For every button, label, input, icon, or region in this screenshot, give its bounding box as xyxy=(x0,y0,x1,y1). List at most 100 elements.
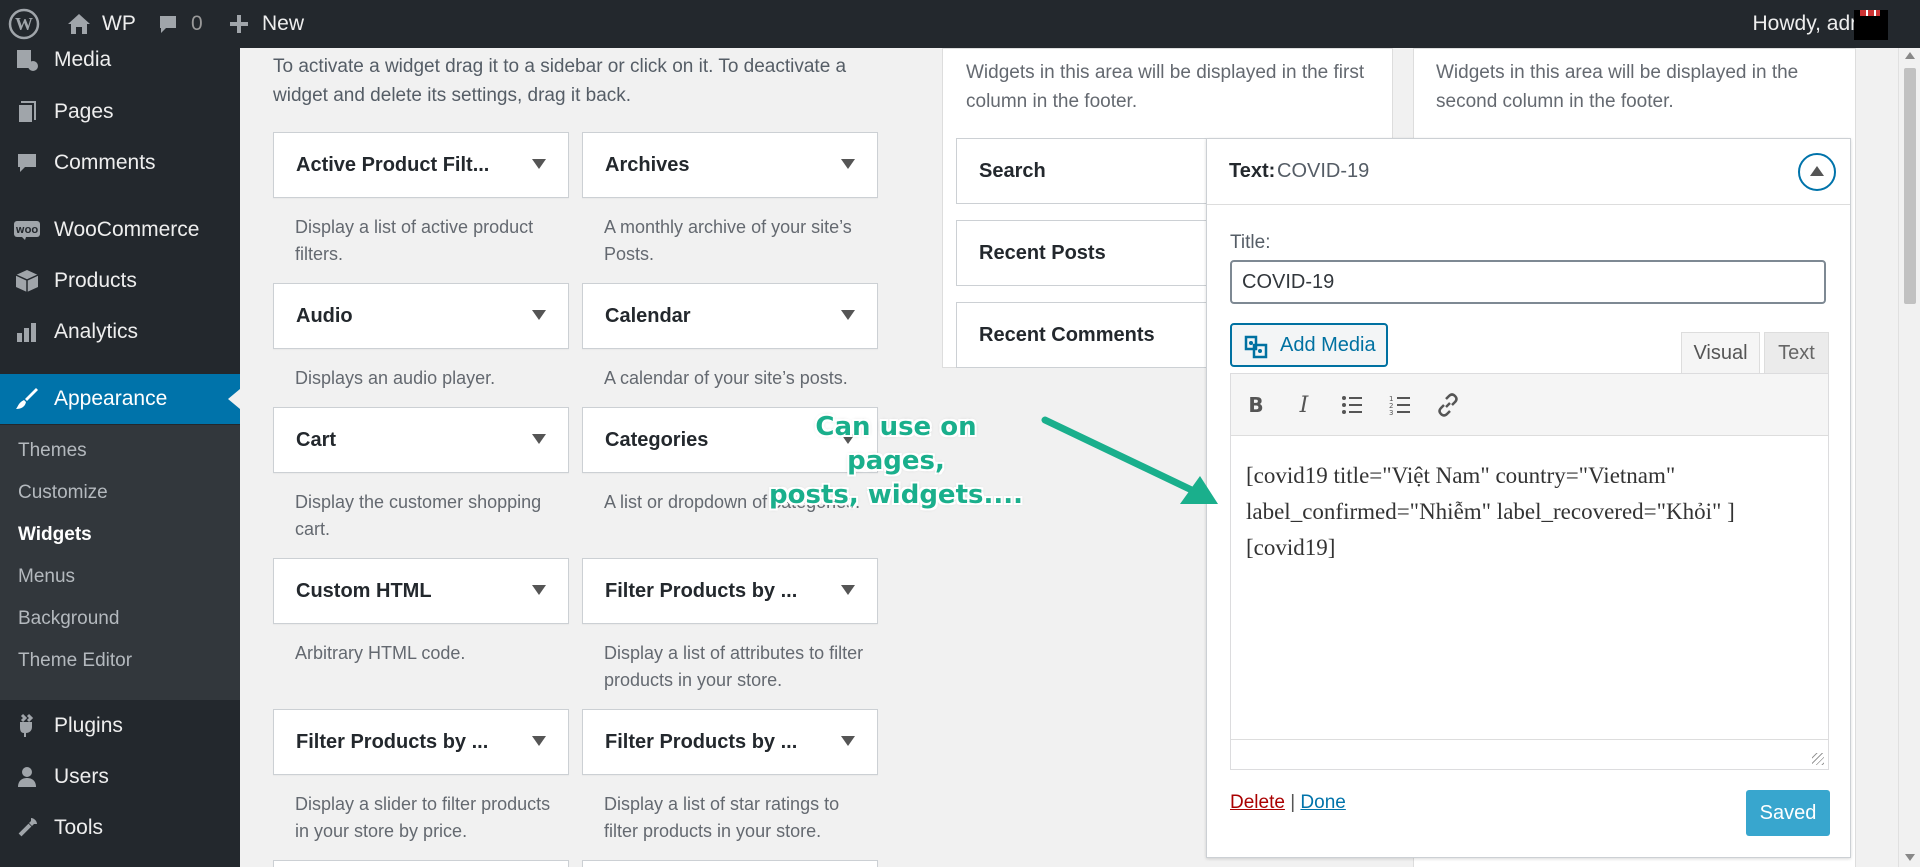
sidebar-item-users[interactable]: Users xyxy=(0,752,240,802)
sidebar-item-woocommerce[interactable]: WOO WooCommerce xyxy=(0,205,240,255)
sidebar-item-products[interactable]: Products xyxy=(0,256,240,306)
sidebar-item-label: Products xyxy=(54,269,137,292)
resize-handle-icon[interactable] xyxy=(1812,753,1824,765)
submenu-item-customize[interactable]: Customize xyxy=(18,482,108,504)
wordpress-logo-icon[interactable]: W xyxy=(8,0,40,48)
bulleted-list-icon[interactable] xyxy=(1337,390,1367,420)
annotation-callout: Can use on pages, posts, widgets.... xyxy=(766,410,1026,512)
text-widget-editor: Text: COVID-19 Title: Add Media Visual T… xyxy=(1206,138,1851,858)
svg-text:B: B xyxy=(1248,394,1263,416)
submenu-item-widgets[interactable]: Widgets xyxy=(18,524,92,546)
saved-button[interactable]: Saved xyxy=(1746,790,1830,836)
comments-icon xyxy=(12,148,42,178)
text-widget-header[interactable]: Text: COVID-19 xyxy=(1207,139,1850,205)
sidebar-item-label: Comments xyxy=(54,151,156,174)
footer-widget-recent-posts[interactable]: Recent Posts xyxy=(956,220,1216,286)
flag-icon xyxy=(1860,10,1880,16)
scrollbar-thumb[interactable] xyxy=(1904,68,1916,304)
collapse-toggle-button[interactable] xyxy=(1798,153,1836,191)
chevron-down-icon[interactable] xyxy=(841,736,855,746)
sidebar-item-tools[interactable]: Tools xyxy=(0,803,240,853)
sidebar-item-media[interactable]: Media xyxy=(0,48,240,85)
title-input[interactable] xyxy=(1230,260,1826,304)
widget-description: Display a list of attributes to filter p… xyxy=(604,643,864,690)
home-icon xyxy=(66,12,92,36)
widget-audio[interactable]: Audio xyxy=(273,283,569,349)
widget-title: Custom HTML xyxy=(296,579,432,602)
media-icon xyxy=(12,48,42,75)
footer-widget-search[interactable]: Search xyxy=(956,138,1216,204)
chevron-down-icon[interactable] xyxy=(532,159,546,169)
analytics-icon xyxy=(12,317,42,347)
widget-title: Cart xyxy=(296,428,337,451)
numbered-list-icon[interactable]: 123 xyxy=(1385,390,1415,420)
bold-icon[interactable]: B xyxy=(1241,390,1271,420)
widget-archives[interactable]: Archives xyxy=(582,132,878,198)
widget-title: Recent Comments xyxy=(979,323,1155,346)
editor-toolbar: B I 123 xyxy=(1231,374,1828,436)
link-icon[interactable] xyxy=(1433,390,1463,420)
chevron-down-icon[interactable] xyxy=(841,585,855,595)
widget-type-label: Text: xyxy=(1229,160,1276,182)
italic-icon[interactable]: I xyxy=(1289,390,1319,420)
sidebar-item-label: Tools xyxy=(54,816,104,839)
sidebar-item-label: WooCommerce xyxy=(54,218,200,241)
link-separator: | xyxy=(1290,792,1296,813)
widget-custom-html[interactable]: Custom HTML xyxy=(273,558,569,624)
widget-active-product-filters[interactable]: Active Product Filt... xyxy=(273,132,569,198)
widget-title: Filter Products by ... xyxy=(296,730,489,753)
sidebar-item-comments[interactable]: Comments xyxy=(0,138,240,188)
sidebar-item-plugins[interactable]: Plugins xyxy=(0,701,240,751)
widget-calendar[interactable]: Calendar xyxy=(582,283,878,349)
products-icon xyxy=(12,266,42,296)
submenu-item-menus[interactable]: Menus xyxy=(18,566,75,588)
widget-cart[interactable]: Cart xyxy=(273,407,569,473)
scroll-up-icon[interactable] xyxy=(1905,52,1915,59)
sidebar-item-pages[interactable]: Pages xyxy=(0,87,240,137)
chevron-down-icon[interactable] xyxy=(841,159,855,169)
widget-filter-products-attributes[interactable]: Filter Products by ... xyxy=(582,558,878,624)
sidebar-item-appearance[interactable]: Appearance xyxy=(0,374,240,424)
widget-title: Calendar xyxy=(605,304,691,327)
woocommerce-icon: WOO xyxy=(12,215,42,245)
rich-text-editor: B I 123 [covid19 title="Việt Nam" countr… xyxy=(1230,373,1829,770)
sidebar-item-label: Pages xyxy=(54,100,114,123)
chevron-down-icon[interactable] xyxy=(532,585,546,595)
scroll-down-icon[interactable] xyxy=(1905,854,1915,861)
plus-icon xyxy=(228,13,250,35)
widget-filter-products-price[interactable]: Filter Products by ... xyxy=(273,709,569,775)
svg-text:I: I xyxy=(1299,394,1310,416)
page-scrollbar[interactable] xyxy=(1898,48,1920,867)
comments-count: 0 xyxy=(191,12,203,35)
tab-text[interactable]: Text xyxy=(1764,332,1829,374)
submenu-item-themes[interactable]: Themes xyxy=(18,440,87,462)
delete-link[interactable]: Delete xyxy=(1230,792,1285,813)
tab-visual[interactable]: Visual xyxy=(1681,332,1760,374)
footer-widget-recent-comments[interactable]: Recent Comments xyxy=(956,302,1216,368)
annotation-line: posts, widgets.... xyxy=(769,480,1023,510)
done-link[interactable]: Done xyxy=(1300,792,1345,813)
submenu-item-background[interactable]: Background xyxy=(18,608,119,630)
svg-text:3: 3 xyxy=(1389,409,1393,416)
annotation-line: Can use on pages, xyxy=(815,412,977,476)
chevron-down-icon[interactable] xyxy=(532,736,546,746)
widget-title: Filter Products by ... xyxy=(605,579,798,602)
widget-description: Display a list of star ratings to filter… xyxy=(604,794,840,841)
widget-instance-title: COVID-19 xyxy=(1277,160,1370,182)
site-home-link[interactable]: WP xyxy=(66,0,136,48)
chevron-down-icon[interactable] xyxy=(532,434,546,444)
sidebar-item-analytics[interactable]: Analytics xyxy=(0,307,240,357)
appearance-icon xyxy=(12,384,42,414)
editor-content[interactable]: [covid19 title="Việt Nam" country="Vietn… xyxy=(1246,458,1816,566)
footer-column-2-description: Widgets in this area will be displayed i… xyxy=(1416,58,1836,116)
chevron-down-icon[interactable] xyxy=(841,310,855,320)
submenu-item-theme-editor[interactable]: Theme Editor xyxy=(18,650,132,672)
comments-link[interactable]: 0 xyxy=(157,0,203,48)
admin-bar: W WP 0 New Howdy, admin xyxy=(0,0,1920,48)
content-line: label_confirmed="Nhiễm" label_recovered=… xyxy=(1246,499,1735,524)
users-icon xyxy=(12,762,42,792)
chevron-down-icon[interactable] xyxy=(532,310,546,320)
add-media-button[interactable]: Add Media xyxy=(1230,323,1388,367)
widget-filter-products-rating[interactable]: Filter Products by ... xyxy=(582,709,878,775)
new-content-link[interactable]: New xyxy=(228,0,304,48)
